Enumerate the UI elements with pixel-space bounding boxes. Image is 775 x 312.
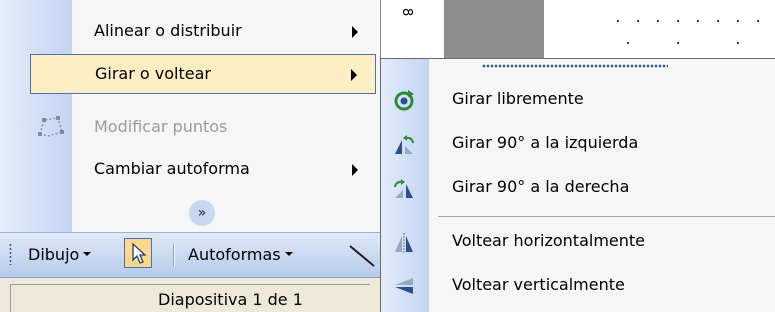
submenu-divider — [438, 216, 775, 217]
menu-item-change-autoshape[interactable]: Cambiar autoforma — [30, 150, 376, 190]
edit-points-icon — [38, 116, 64, 137]
submenu-item-free-rotate[interactable]: Girar libremente — [381, 80, 775, 120]
submenu-item-flip-vertical[interactable]: Voltear verticalmente — [381, 266, 775, 306]
menu-item-label: Cambiar autoforma — [94, 159, 250, 178]
menu-item-rotate-flip[interactable]: Girar o voltear — [30, 54, 376, 94]
submenu-item-rotate-left[interactable]: Girar 90° a la izquierda — [381, 124, 775, 164]
drawing-menu-label: Dibujo — [28, 245, 80, 264]
submenu-arrow-icon — [352, 164, 358, 176]
free-rotate-icon — [394, 90, 414, 111]
submenu-arrow-icon — [352, 26, 358, 38]
submenu-item-label: Girar 90° a la izquierda — [452, 133, 639, 152]
ruler-mark: 8 — [399, 8, 414, 18]
flip-horizontal-icon — [395, 233, 413, 253]
menu-item-align-distribute[interactable]: Alinear o distribuir — [30, 12, 376, 52]
submenu-item-label: Voltear horizontalmente — [452, 231, 646, 250]
menu-item-label: Girar o voltear — [95, 64, 211, 83]
double-chevron-down-icon[interactable]: » — [189, 200, 215, 226]
menu-item-label: Alinear o distribuir — [94, 21, 242, 40]
menu-item-edit-points[interactable]: Modificar puntos — [30, 108, 376, 148]
dropdown-arrow-icon — [83, 251, 92, 256]
flip-vertical-icon — [395, 278, 413, 294]
autoshapes-menu-button[interactable]: Autoformas — [188, 243, 293, 267]
submenu-item-rotate-right[interactable]: Girar 90° a la derecha — [381, 168, 775, 208]
slide-thumbnail-area — [444, 0, 544, 60]
line-tool-icon[interactable] — [344, 238, 378, 270]
toolbar-grip-handle[interactable] — [9, 243, 12, 265]
dropdown-arrow-icon — [284, 251, 293, 256]
drawing-menu-button[interactable]: Dibujo — [26, 243, 93, 267]
rotate-right-icon — [394, 179, 413, 198]
rotate-left-icon — [395, 135, 414, 154]
select-objects-button[interactable] — [124, 238, 152, 268]
slide-counter: Diapositiva 1 de 1 — [158, 290, 303, 309]
submenu-item-label: Voltear verticalmente — [452, 275, 625, 294]
submenu-item-label: Girar libremente — [452, 89, 584, 108]
submenu-item-flip-horizontal[interactable]: Voltear horizontalmente — [381, 222, 775, 262]
submenu-item-label: Girar 90° a la derecha — [452, 177, 630, 196]
submenu-tearoff-handle[interactable] — [482, 64, 668, 68]
cursor-arrow-icon — [132, 242, 147, 264]
toolbar-separator — [173, 244, 175, 266]
submenu-arrow-icon — [351, 69, 357, 81]
menu-item-label: Modificar puntos — [94, 117, 228, 136]
autoshapes-menu-label: Autoformas — [188, 245, 281, 264]
